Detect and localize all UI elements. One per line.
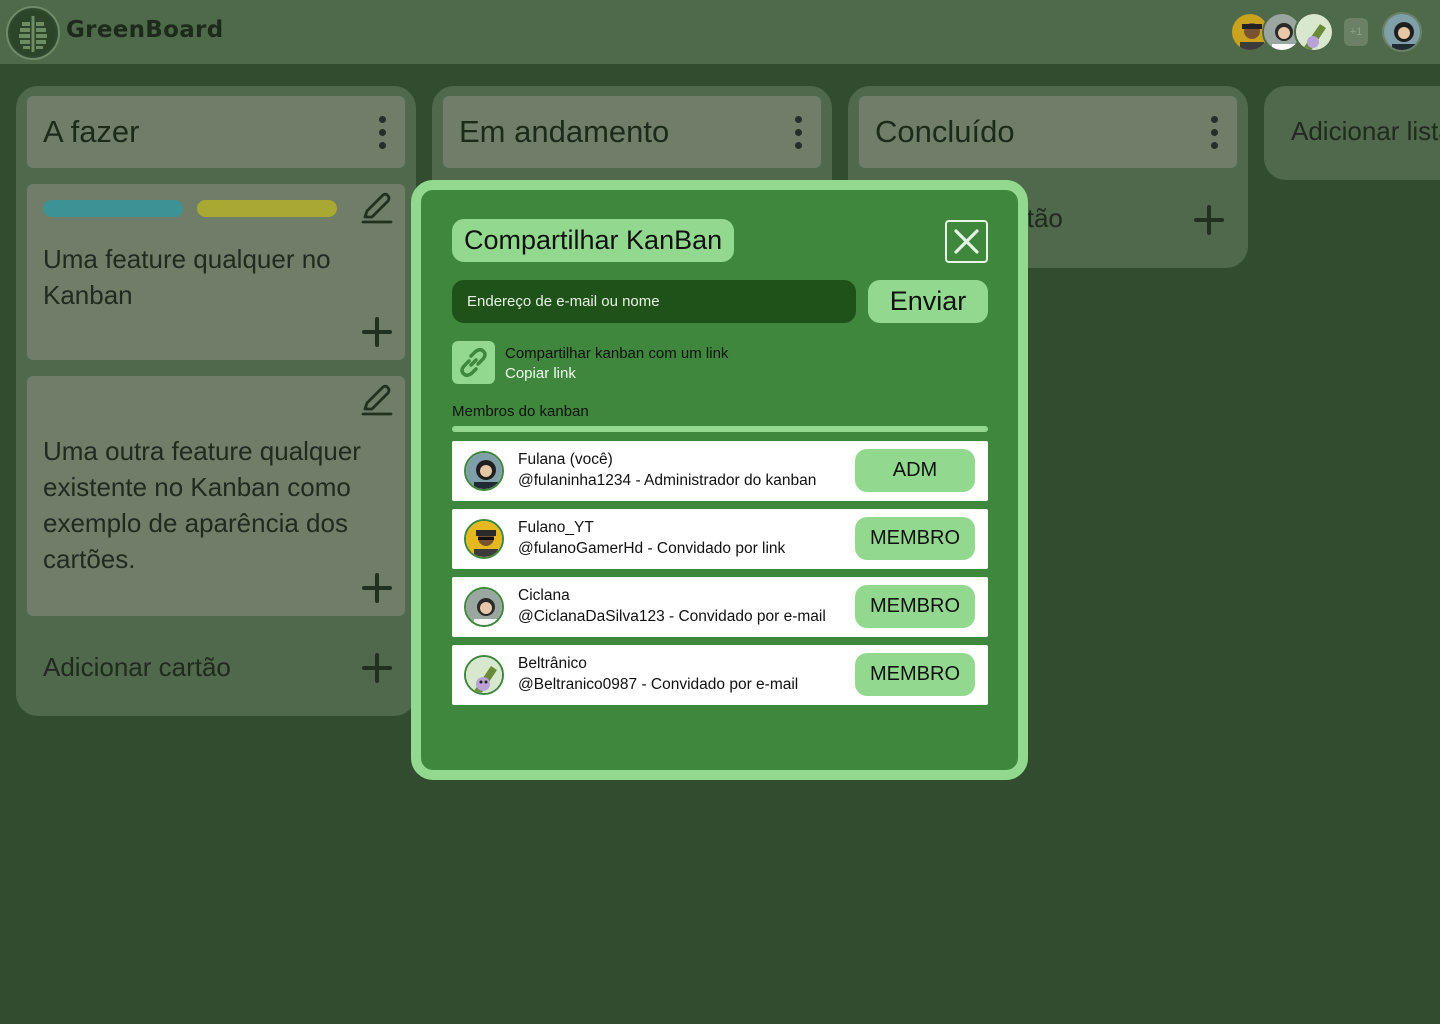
column-menu-icon[interactable] — [795, 116, 803, 150]
close-button[interactable] — [945, 220, 988, 263]
top-bar: GreenBoard +1 — [0, 0, 1440, 64]
app-title: GreenBoard — [66, 17, 224, 43]
role-button[interactable]: MEMBRO — [855, 585, 975, 628]
card-1[interactable]: Uma feature qualquer no Kanban — [27, 184, 405, 360]
column-header: A fazer — [27, 96, 405, 168]
member-handle: @fulaninha1234 - Administrador do kanban — [518, 472, 817, 489]
member-row: Ciclana @CiclanaDaSilva123 - Convidado p… — [452, 577, 988, 637]
column-a-fazer: A fazer Uma feature qualquer no Kanban U… — [16, 86, 416, 716]
member-avatar — [464, 655, 504, 695]
add-icon[interactable] — [362, 573, 392, 603]
card-text: Uma feature qualquer no Kanban — [43, 244, 331, 310]
role-button[interactable]: ADM — [855, 449, 975, 492]
members-label: Membros do kanban — [452, 403, 589, 420]
add-list-label[interactable]: Adicionar lista — [1291, 116, 1440, 147]
member-avatar — [464, 451, 504, 491]
tag-teal[interactable] — [43, 200, 183, 217]
column-title: Concluído — [875, 114, 1015, 149]
column-menu-icon[interactable] — [1211, 116, 1219, 150]
email-input[interactable] — [452, 280, 856, 323]
user-avatar[interactable] — [1382, 12, 1422, 52]
card-2[interactable]: Uma outra feature qualquer existente no … — [27, 376, 405, 616]
close-icon — [954, 229, 979, 254]
role-button[interactable]: MEMBRO — [855, 653, 975, 696]
send-button[interactable]: Enviar — [868, 280, 988, 323]
member-row: Fulana (você) @fulaninha1234 - Administr… — [452, 441, 988, 501]
column-header: Concluído — [859, 96, 1237, 168]
member-avatar — [464, 587, 504, 627]
add-card-label[interactable]: Adicionar cartão — [43, 652, 231, 683]
member-handle: @CiclanaDaSilva123 - Convidado por e-mai… — [518, 608, 826, 625]
column-menu-icon[interactable] — [379, 116, 387, 150]
more-members-badge[interactable]: +1 — [1344, 18, 1368, 46]
share-link-text: Compartilhar kanban com um link — [505, 345, 729, 362]
column-title: A fazer — [43, 114, 140, 149]
member-avatar — [464, 519, 504, 559]
member-row: Fulano_YT @fulanoGamerHd - Convidado por… — [452, 509, 988, 569]
add-list-column[interactable]: Adicionar lista — [1264, 86, 1440, 180]
tag-olive[interactable] — [197, 200, 337, 217]
card-text: Uma outra feature qualquer existente no … — [43, 436, 361, 574]
add-icon[interactable] — [362, 317, 392, 347]
member-handle: @fulanoGamerHd - Convidado por link — [518, 540, 786, 557]
modal-title: Compartilhar KanBan — [452, 219, 735, 262]
member-name: Fulana (você) — [518, 451, 613, 468]
member-row: Beltrânico @Beltranico0987 - Convidado p… — [452, 645, 988, 705]
member-avatar-3[interactable] — [1294, 12, 1334, 52]
greenboard-logo-icon — [6, 6, 60, 60]
member-handle: @Beltranico0987 - Convidado por e-mail — [518, 676, 799, 693]
edit-pencil-icon[interactable] — [359, 381, 395, 417]
add-card-icon[interactable] — [1194, 205, 1224, 235]
copy-link[interactable]: Copiar link — [505, 365, 576, 382]
role-button[interactable]: MEMBRO — [855, 517, 975, 560]
edit-pencil-icon[interactable] — [359, 189, 395, 225]
add-card-icon[interactable] — [362, 653, 392, 683]
member-name: Fulano_YT — [518, 519, 594, 536]
link-icon[interactable] — [452, 341, 495, 384]
column-title: Em andamento — [459, 114, 670, 149]
divider — [452, 426, 988, 432]
share-modal: Compartilhar KanBan Enviar Compartilhar … — [411, 180, 1028, 780]
member-name: Beltrânico — [518, 655, 587, 672]
column-header: Em andamento — [443, 96, 821, 168]
member-name: Ciclana — [518, 587, 570, 604]
